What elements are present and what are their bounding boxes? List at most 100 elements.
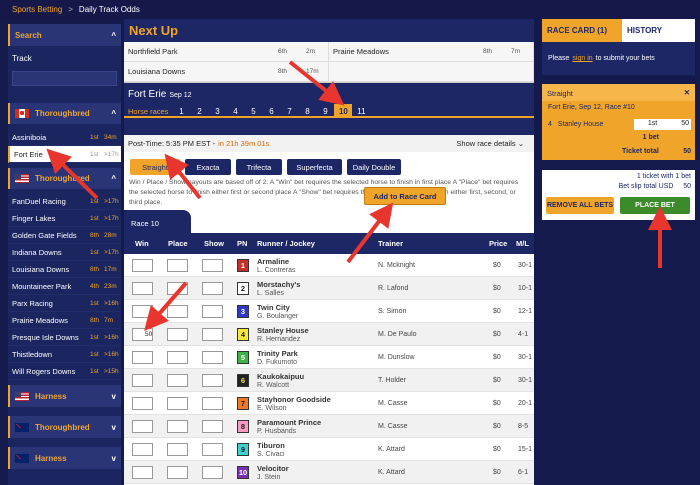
track-time: >16h: [104, 350, 119, 358]
next-up-race: 8th: [278, 68, 288, 75]
tab-history[interactable]: HISTORY: [622, 19, 695, 42]
win-input[interactable]: [132, 466, 153, 479]
group-australia-harness[interactable]: Harness v: [8, 447, 121, 469]
win-input[interactable]: [132, 351, 153, 364]
bet-slip-amount-input[interactable]: 50: [671, 119, 691, 130]
place-bet-button[interactable]: PLACE BET: [620, 197, 690, 214]
track-item[interactable]: Golden Gate Fields 8th 28m: [8, 227, 121, 244]
track-item[interactable]: Indiana Downs 1st >17h: [8, 244, 121, 261]
table-row: 9 Tiburon S. Civaci K. Attard $0 15-1: [124, 438, 534, 461]
track-time: 17m: [104, 265, 117, 273]
breadcrumb-separator: >: [68, 5, 73, 14]
place-input[interactable]: [167, 466, 188, 479]
show-input[interactable]: [202, 259, 223, 272]
place-input[interactable]: [167, 420, 188, 433]
track-race-number: 1st: [90, 299, 99, 307]
show-input[interactable]: [202, 443, 223, 456]
breadcrumb-sports-betting[interactable]: Sports Betting: [12, 5, 62, 14]
next-up-item[interactable]: Prairie Meadows 8th 7m: [329, 42, 534, 62]
sign-in-link[interactable]: sign in: [572, 55, 592, 62]
win-input[interactable]: [132, 282, 153, 295]
place-input[interactable]: [167, 259, 188, 272]
next-up-item[interactable]: Louisiana Downs 8th 17m: [124, 62, 329, 82]
show-input[interactable]: [202, 420, 223, 433]
tab-race-card[interactable]: RACE CARD (1): [542, 19, 622, 42]
track-item[interactable]: Presque Isle Downs 1st >16h: [8, 329, 121, 346]
place-input[interactable]: [167, 328, 188, 341]
win-input[interactable]: [132, 305, 153, 318]
add-to-race-card-button[interactable]: Add to Race Card: [364, 187, 446, 205]
runner-name: Trinity Park: [257, 349, 298, 358]
win-input[interactable]: [132, 374, 153, 387]
track-item[interactable]: Mountaineer Park 4th 23m: [8, 278, 121, 295]
bet-type-superfecta-button[interactable]: Superfecta: [287, 159, 342, 175]
program-number-badge: 9: [237, 443, 249, 456]
show-input[interactable]: [202, 305, 223, 318]
track-time: 23m: [104, 282, 117, 290]
group-usa-thoroughbred[interactable]: Thoroughbred ^: [8, 168, 121, 189]
bet-slip-position: 1st: [634, 119, 671, 130]
track-item-assiniboia[interactable]: Assiniboia 1st 34m: [8, 129, 121, 146]
win-input[interactable]: [132, 420, 153, 433]
bet-type-daily-double-button[interactable]: Daily Double: [347, 159, 401, 175]
track-search-input[interactable]: [12, 71, 117, 86]
track-item[interactable]: Prairie Meadows 8th 7m: [8, 312, 121, 329]
summary-total-label: Bet slip total USD: [618, 183, 674, 190]
program-number-badge: 8: [237, 420, 249, 433]
ticket-total-value: 50: [683, 148, 691, 155]
jockey-name: L. Salles: [257, 290, 284, 297]
win-input[interactable]: [132, 259, 153, 272]
win-input[interactable]: [132, 397, 153, 410]
table-row: 2 Morstachy's L. Salles R. Lafond $0 10-…: [124, 277, 534, 300]
show-input[interactable]: [202, 466, 223, 479]
bet-type-straight-button[interactable]: Straight: [130, 159, 180, 175]
tab-race-card-count: (1): [597, 26, 608, 35]
show-race-details-toggle[interactable]: Show race details ⌄: [456, 139, 524, 148]
group-canada-thoroughbred[interactable]: Thoroughbred ^: [8, 103, 121, 124]
next-up-grid: Northfield Park 6th 2m Prairie Meadows 8…: [124, 42, 534, 83]
program-number-badge: 2: [237, 282, 249, 295]
track-item[interactable]: Louisiana Downs 8th 17m: [8, 261, 121, 278]
place-input[interactable]: [167, 282, 188, 295]
win-input[interactable]: 50: [132, 328, 153, 341]
remove-all-bets-button[interactable]: REMOVE ALL BETS: [546, 197, 614, 214]
show-input[interactable]: [202, 282, 223, 295]
morning-line: 30-1: [518, 377, 533, 384]
bet-type-exacta-button[interactable]: Exacta: [185, 159, 231, 175]
show-input[interactable]: [202, 328, 223, 341]
track-item[interactable]: Finger Lakes 1st >17h: [8, 210, 121, 227]
table-row: 1 Armaline L. Contreras N. Mcknight $0 3…: [124, 254, 534, 277]
track-item[interactable]: FanDuel Racing 1st >17h: [8, 193, 121, 210]
header-win: Win: [135, 239, 149, 248]
place-input[interactable]: [167, 397, 188, 410]
table-row: 3 Twin City G. Boulanger S. Simon $0 12-…: [124, 300, 534, 323]
group-label: Harness: [35, 453, 67, 463]
place-input[interactable]: [167, 305, 188, 318]
close-icon[interactable]: ✕: [684, 88, 690, 97]
place-input[interactable]: [167, 443, 188, 456]
track-time: >16h: [104, 299, 119, 307]
track-item[interactable]: Thistledown 1st >16h: [8, 346, 121, 363]
search-section-header[interactable]: Search ^: [8, 24, 121, 46]
bet-type-trifecta-button[interactable]: Trifecta: [236, 159, 282, 175]
track-item[interactable]: Parx Racing 1st >16h: [8, 295, 121, 312]
group-usa-harness[interactable]: Harness v: [8, 385, 121, 407]
show-input[interactable]: [202, 397, 223, 410]
show-input[interactable]: [202, 351, 223, 364]
show-input[interactable]: [202, 374, 223, 387]
morning-line: 6-1: [518, 469, 529, 476]
track-name: Finger Lakes: [12, 213, 56, 223]
track-race-number: 8th: [90, 231, 100, 239]
group-australia-thoroughbred[interactable]: Thoroughbred v: [8, 416, 121, 438]
place-input[interactable]: [167, 374, 188, 387]
bet-slip-race-info: Fort Erie, Sep 12, Race #10: [548, 104, 635, 111]
track-item-fort-erie[interactable]: Fort Erie 1st >17h: [8, 146, 121, 163]
morning-line: 10-1: [518, 285, 533, 292]
place-input[interactable]: [167, 351, 188, 364]
next-up-track: Louisiana Downs: [128, 67, 186, 76]
next-up-item[interactable]: Northfield Park 6th 2m: [124, 42, 329, 62]
track-item[interactable]: Will Rogers Downs 1st >15h: [8, 363, 121, 380]
track-name: Golden Gate Fields: [12, 230, 77, 240]
track-race-number: 1st: [90, 333, 99, 341]
win-input[interactable]: [132, 443, 153, 456]
